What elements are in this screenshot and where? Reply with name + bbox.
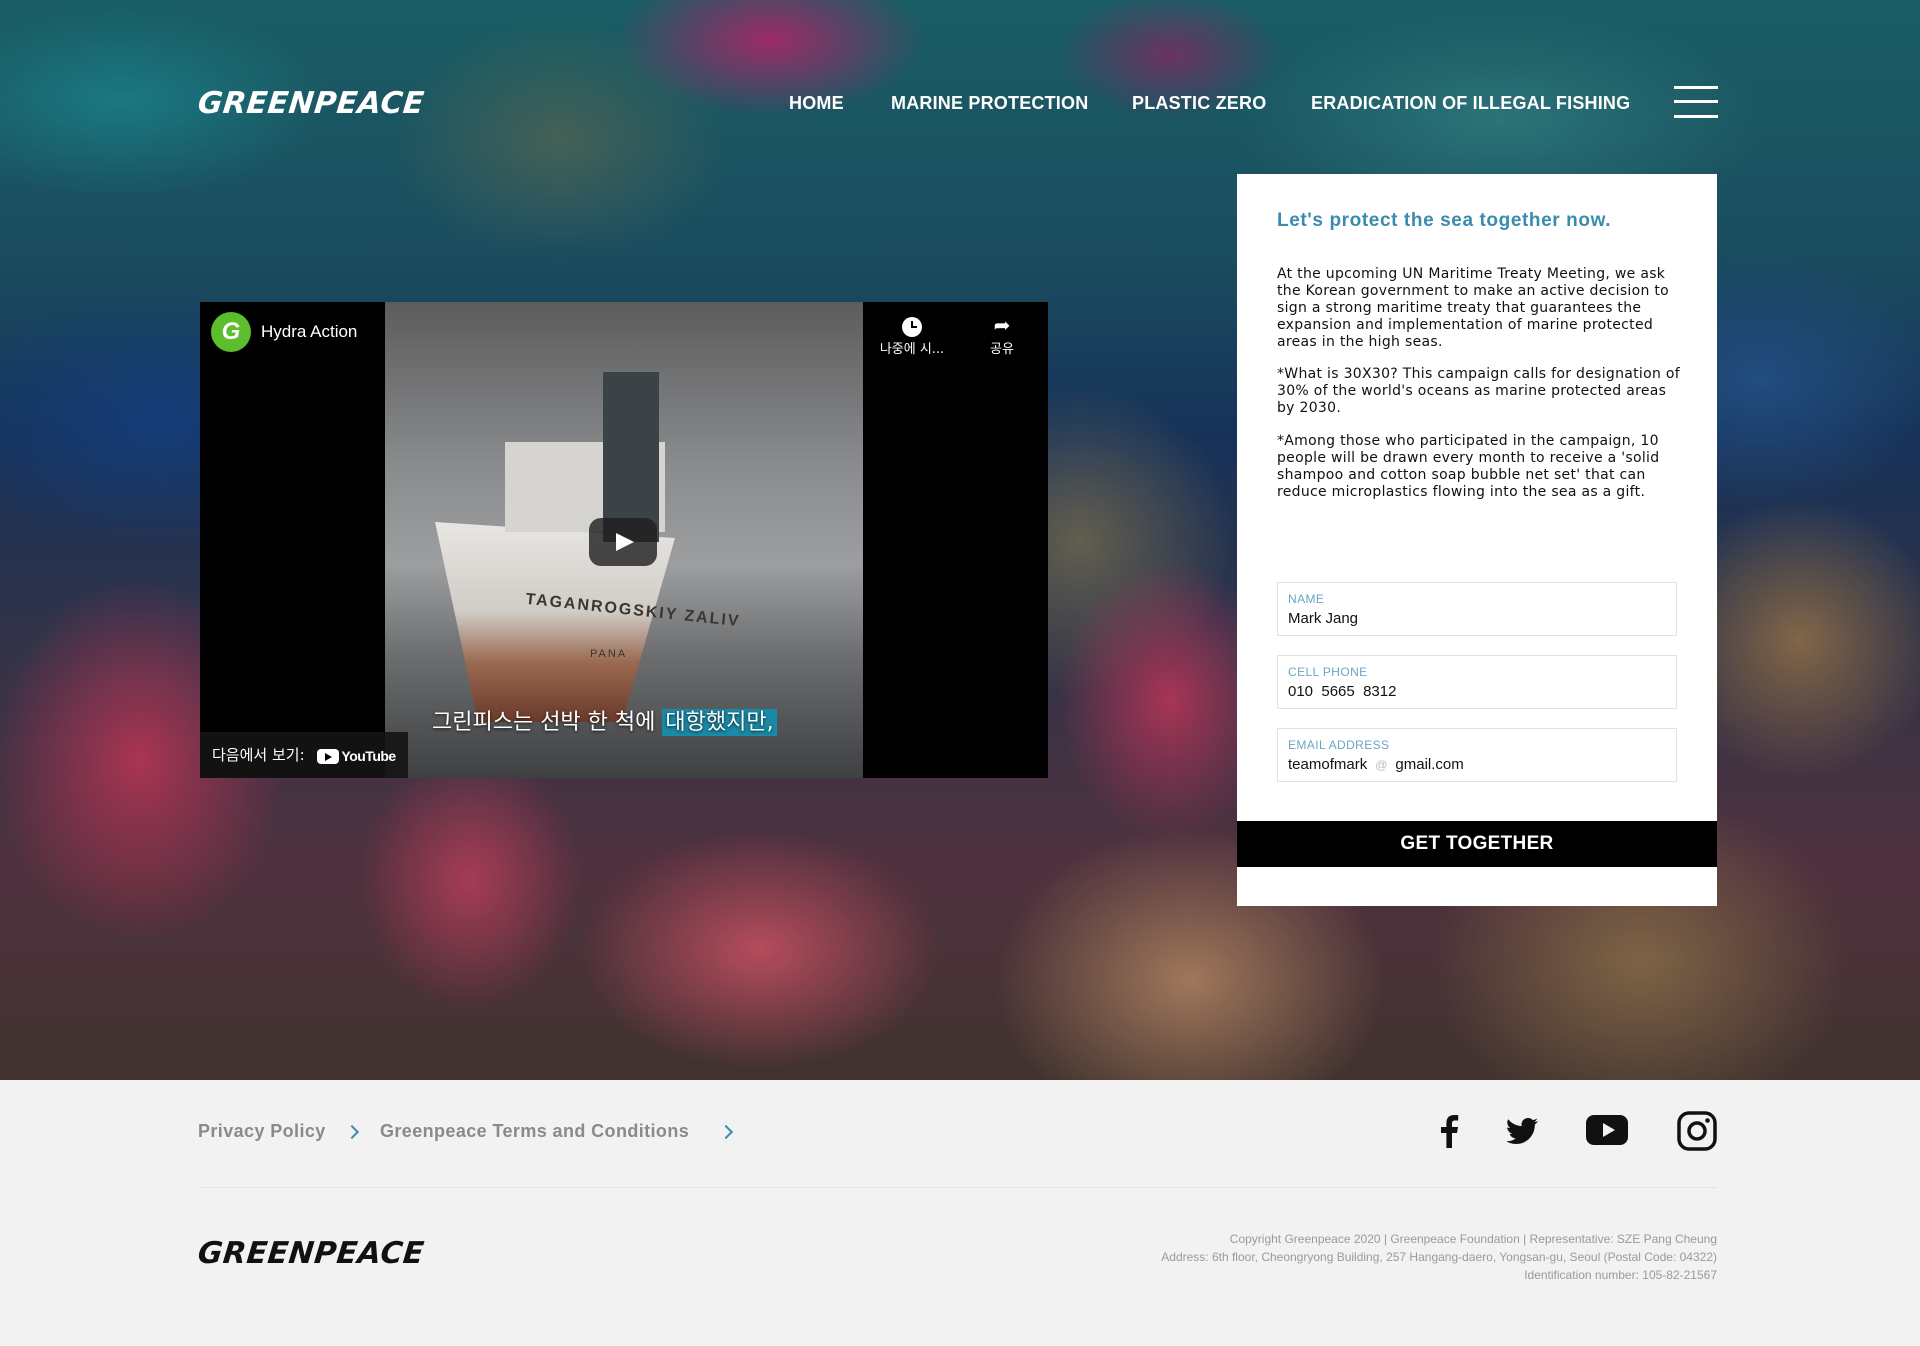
name-value[interactable]: Mark Jang — [1288, 610, 1358, 627]
email-domain[interactable]: gmail.com — [1395, 756, 1463, 773]
nav-eradication-illegal-fishing[interactable]: ERADICATION OF ILLEGAL FISHING — [1311, 93, 1630, 114]
terms-link[interactable]: Greenpeace Terms and Conditions — [380, 1121, 689, 1142]
form-30x30-paragraph: *What is 30X30? This campaign calls for … — [1277, 366, 1680, 416]
share-arrow-icon: ➦ — [993, 313, 1011, 337]
watch-on-youtube-button[interactable]: 다음에서 보기: YouTube — [200, 732, 408, 778]
phone-field[interactable]: CELL PHONE 010 5665 8312 — [1277, 655, 1677, 709]
share-label: 공유 — [990, 342, 1014, 357]
form-prize-paragraph: *Among those who participated in the cam… — [1277, 433, 1660, 500]
legal-address: Address: 6th floor, Cheongryong Building… — [1161, 1250, 1717, 1264]
youtube-wordmark: YouTube — [341, 747, 396, 764]
form-title: Let's protect the sea together now. — [1277, 210, 1612, 231]
legal-identification: Identification number: 105-82-21567 — [1524, 1268, 1717, 1282]
twitter-icon[interactable] — [1506, 1118, 1538, 1144]
petition-form-card: Let's protect the sea together now. At t… — [1237, 174, 1717, 906]
channel-name[interactable]: Hydra Action — [261, 322, 357, 342]
get-together-button[interactable]: GET TOGETHER — [1237, 821, 1717, 867]
email-at-sign: @ — [1375, 758, 1388, 772]
facebook-icon[interactable] — [1438, 1114, 1460, 1148]
youtube-logo: YouTube — [317, 733, 396, 779]
nav-marine-protection[interactable]: MARINE PROTECTION — [891, 93, 1088, 114]
footer — [0, 1080, 1920, 1346]
ship-port-text: PANA — [590, 648, 628, 660]
subtitle-highlight: 대항했지만, — [662, 709, 777, 736]
name-label: NAME — [1288, 592, 1325, 606]
video-player[interactable]: TAGANROGSKIY ZALIV PANA 그린피스는 선박 한 척에 대항… — [200, 302, 1048, 778]
video-subtitle: 그린피스는 선박 한 척에 대항했지만, — [432, 704, 777, 736]
share-button[interactable]: ➦ 공유 — [964, 312, 1040, 357]
nav-home[interactable]: HOME — [789, 93, 844, 114]
watch-later-button[interactable]: 나중에 시... — [874, 312, 950, 357]
phone-label: CELL PHONE — [1288, 665, 1368, 679]
instagram-icon[interactable] — [1677, 1111, 1717, 1151]
email-label: EMAIL ADDRESS — [1288, 738, 1390, 752]
watch-later-label: 나중에 시... — [879, 342, 945, 357]
privacy-policy-link[interactable]: Privacy Policy — [198, 1121, 326, 1142]
nav-plastic-zero[interactable]: PLASTIC ZERO — [1132, 93, 1266, 114]
legal-copyright: Copyright Greenpeace 2020 | Greenpeace F… — [1229, 1232, 1717, 1246]
watch-on-label: 다음에서 보기: — [212, 746, 305, 764]
email-user[interactable]: teamofmark — [1288, 756, 1367, 773]
phone-value[interactable]: 010 5665 8312 — [1288, 683, 1396, 700]
clock-icon — [902, 316, 922, 337]
email-field[interactable]: EMAIL ADDRESS teamofmark @ gmail.com — [1277, 728, 1677, 782]
form-intro-paragraph: At the upcoming UN Maritime Treaty Meeti… — [1277, 266, 1670, 350]
channel-avatar[interactable]: G — [211, 312, 251, 352]
menu-icon[interactable] — [1674, 86, 1718, 118]
greenpeace-footer-logo[interactable]: GREENPEACE — [196, 1236, 426, 1271]
name-field[interactable]: NAME Mark Jang — [1277, 582, 1677, 636]
youtube-icon[interactable] — [1586, 1114, 1628, 1146]
email-value[interactable]: teamofmark @ gmail.com — [1288, 756, 1464, 773]
footer-divider — [198, 1187, 1717, 1188]
youtube-play-icon — [317, 749, 340, 765]
subtitle-text: 그린피스는 선박 한 척에 — [432, 710, 663, 735]
play-icon[interactable] — [589, 518, 657, 566]
ship-funnel — [603, 372, 659, 542]
greenpeace-logo[interactable]: GREENPEACE — [196, 86, 426, 121]
